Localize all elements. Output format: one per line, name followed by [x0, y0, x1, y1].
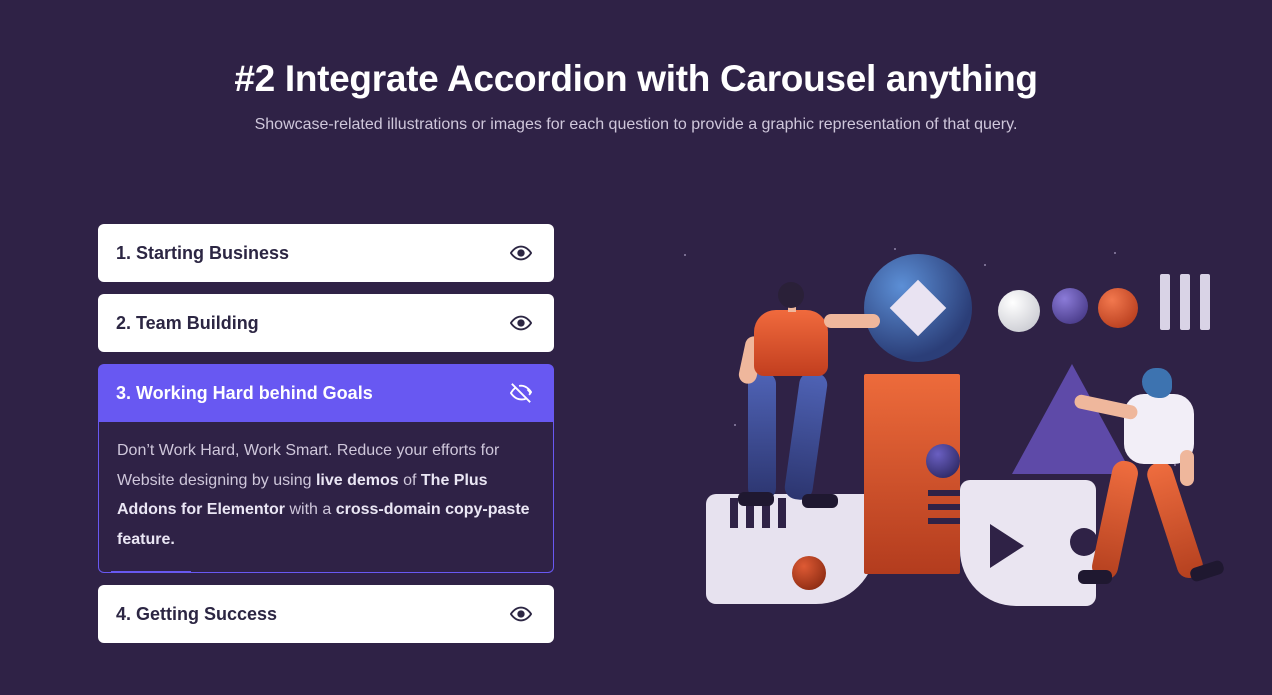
eye-icon	[510, 312, 532, 334]
accordion-header-3[interactable]: 3. Working Hard behind Goals	[98, 364, 554, 422]
accordion-label: 2. Team Building	[116, 313, 259, 334]
person-left-foot	[802, 494, 838, 508]
person-left-arm	[824, 314, 880, 328]
accordion-body-3: Don’t Work Hard, Work Smart. Reduce your…	[98, 422, 554, 573]
accordion-header-1[interactable]: 1. Starting Business	[98, 224, 554, 282]
progress-indicator	[111, 571, 191, 573]
accordion-item-4: 4. Getting Success	[98, 585, 554, 643]
page-subtitle: Showcase-related illustrations or images…	[0, 116, 1272, 134]
accordion-header-2[interactable]: 2. Team Building	[98, 294, 554, 352]
person-right-arm	[1180, 450, 1194, 486]
carousel-illustration	[634, 224, 1212, 624]
person-right-leg	[1090, 459, 1140, 582]
accordion: 1. Starting Business 2. Team Building	[98, 224, 554, 643]
eye-off-icon	[510, 382, 532, 404]
accordion-label: 4. Getting Success	[116, 604, 277, 625]
shape-console-ball	[792, 556, 826, 590]
body-text: of	[403, 472, 421, 489]
person-left-foot	[738, 492, 774, 506]
shape-circle-orange	[1098, 288, 1138, 328]
shape-play	[990, 524, 1024, 568]
person-left-torso	[754, 310, 828, 376]
accordion-item-2: 2. Team Building	[98, 294, 554, 352]
person-left-leg	[783, 371, 829, 502]
person-right-foot	[1078, 570, 1112, 584]
person-left-head	[778, 282, 804, 308]
eye-icon	[510, 603, 532, 625]
shape-pillar-circle	[926, 444, 960, 478]
shape-circle-white	[998, 290, 1040, 332]
shape-circle-violet	[1052, 288, 1088, 324]
shape-bars	[1160, 274, 1210, 330]
accordion-item-3: 3. Working Hard behind Goals Don’t Work …	[98, 364, 554, 573]
accordion-label: 1. Starting Business	[116, 243, 289, 264]
accordion-label: 3. Working Hard behind Goals	[116, 383, 373, 404]
person-right-head	[1142, 368, 1172, 398]
accordion-header-4[interactable]: 4. Getting Success	[98, 585, 554, 643]
person-right-leg	[1144, 459, 1206, 581]
illustration-stage	[674, 244, 1194, 614]
person-left-leg	[748, 372, 776, 500]
shape-triangle	[1012, 364, 1132, 474]
body-text: with a	[289, 501, 335, 518]
body-strong: live demos	[316, 472, 399, 489]
accordion-item-1: 1. Starting Business	[98, 224, 554, 282]
page-title: #2 Integrate Accordion with Carousel any…	[0, 58, 1272, 100]
eye-icon	[510, 242, 532, 264]
